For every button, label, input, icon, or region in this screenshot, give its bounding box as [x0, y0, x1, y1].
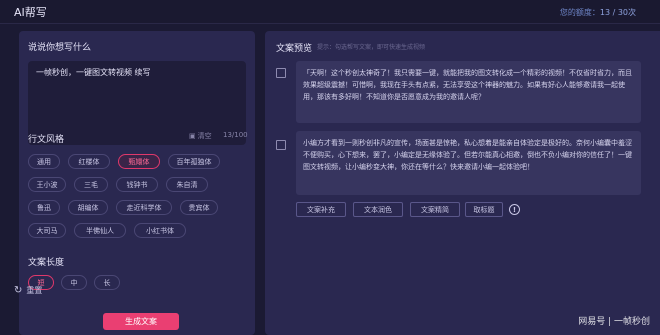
- style-chip[interactable]: 贵宾体: [180, 200, 218, 215]
- generate-button[interactable]: 生成文案: [103, 313, 179, 330]
- polish-button[interactable]: 文本润色: [353, 202, 403, 217]
- left-panel: 说说你想写什么 一帧秒创，一键图文转视频 续写 ▣ 清空 13/100 行文风格…: [19, 31, 255, 335]
- info-icon[interactable]: !: [509, 204, 520, 215]
- style-chip-selected[interactable]: 甄嬛体: [118, 154, 160, 169]
- length-section-title: 文案长度: [28, 258, 65, 268]
- preview-card: 小编方才看到一则秒创非凡的宣传，场面甚是惊艳，私心想着是能亲自体验定是极好的。奈…: [296, 131, 641, 195]
- style-chip[interactable]: 小红书体: [134, 223, 186, 238]
- style-chip[interactable]: 通用: [28, 154, 60, 169]
- style-chip[interactable]: 三毛: [74, 177, 108, 192]
- get-title-button[interactable]: 取标题: [465, 202, 503, 217]
- preview-card-text: 小编方才看到一则秒创非凡的宣传，场面甚是惊艳，私心想着是能亲自体验定是极好的。奈…: [303, 139, 632, 171]
- length-option-long[interactable]: 长: [94, 275, 120, 290]
- length-option-medium[interactable]: 中: [61, 275, 87, 290]
- style-chip[interactable]: 半佛仙人: [74, 223, 126, 238]
- style-chip[interactable]: 钱钟书: [116, 177, 158, 192]
- style-chip[interactable]: 鲁迅: [28, 200, 60, 215]
- clear-label: 清空: [197, 132, 212, 140]
- style-chip[interactable]: 王小波: [28, 177, 66, 192]
- style-chip[interactable]: 红楼体: [68, 154, 110, 169]
- style-chip[interactable]: 大司马: [28, 223, 66, 238]
- style-chip[interactable]: 胡编体: [68, 200, 108, 215]
- select-checkbox[interactable]: [276, 140, 286, 150]
- top-bar: AI帮写 您的额度：13 / 30次: [0, 0, 660, 24]
- style-chip[interactable]: 走近科学体: [116, 200, 172, 215]
- condense-button[interactable]: 文案精简: [410, 202, 460, 217]
- preview-card: 「天啊！这个秒创太神奇了！我只需要一键，就能把我的图文转化成一个精彩的视频！不仅…: [296, 61, 641, 123]
- prompt-text: 一帧秒创，一键图文转视频 续写: [36, 68, 151, 77]
- reset-button[interactable]: ↻ 重置: [14, 285, 42, 296]
- preview-hint: 提示：勾选帮写文案，即可快速生成视频: [317, 44, 426, 51]
- select-checkbox[interactable]: [276, 68, 286, 78]
- refresh-icon: ↻: [14, 285, 23, 296]
- style-section-title: 行文风格: [28, 135, 65, 145]
- app-title: AI帮写: [14, 6, 47, 19]
- style-chip[interactable]: 百年孤独体: [168, 154, 220, 169]
- preview-card-text: 「天啊！这个秒创太神奇了！我只需要一键，就能把我的图文转化成一个精彩的视频！不仅…: [303, 69, 632, 101]
- preview-panel: 文案预览 提示：勾选帮写文案，即可快速生成视频 「天啊！这个秒创太神奇了！我只需…: [265, 31, 660, 335]
- supplement-button[interactable]: 文案补充: [296, 202, 346, 217]
- eraser-icon: ▣: [189, 132, 196, 140]
- char-counter: 13/100: [223, 131, 248, 139]
- preview-title: 文案预览: [276, 44, 313, 54]
- quota-label: 您的额度：: [559, 8, 600, 17]
- clear-button[interactable]: ▣ 清空: [189, 131, 212, 141]
- watermark: 网易号 | 一帧秒创: [578, 317, 650, 327]
- quota-value: 13 / 30次: [599, 8, 636, 17]
- style-chip[interactable]: 朱自清: [166, 177, 208, 192]
- input-section-title: 说说你想写什么: [28, 43, 92, 53]
- quota-display: 您的额度：13 / 30次: [560, 7, 636, 18]
- reset-label: 重置: [26, 286, 43, 295]
